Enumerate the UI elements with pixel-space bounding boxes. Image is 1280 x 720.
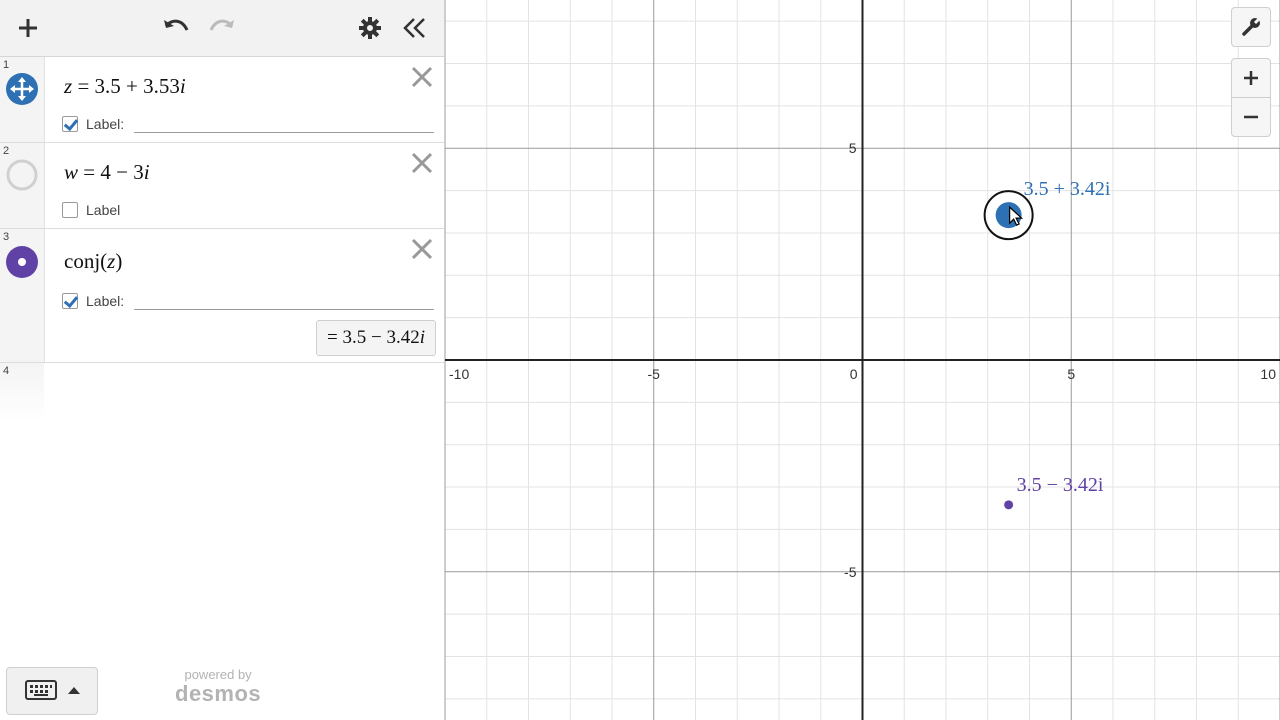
- label-text: Label: [86, 202, 121, 218]
- label-checkbox[interactable]: [62, 202, 78, 218]
- y-tick-label: 5: [849, 140, 857, 156]
- expression-index: 4: [3, 365, 10, 377]
- variable-w: w: [64, 160, 79, 184]
- zoom-in-button[interactable]: [1231, 58, 1271, 98]
- x-tick-label: -10: [449, 366, 469, 382]
- imag-coefficient: 3: [133, 160, 144, 184]
- expression-toolbar: [0, 0, 444, 57]
- keyboard-icon: [25, 680, 57, 700]
- close-icon[interactable]: [410, 151, 434, 175]
- label-toggle[interactable]: Label: [62, 202, 120, 218]
- x-tick-label: 5: [1067, 366, 1075, 382]
- real-part: 4: [100, 160, 111, 184]
- label-text: Label:: [86, 293, 125, 309]
- expression-index: 2: [3, 145, 10, 157]
- y-tick-label: -5: [844, 564, 857, 580]
- label-input[interactable]: [134, 309, 434, 310]
- point-style-icon[interactable]: [5, 245, 39, 279]
- add-expression-button[interactable]: [10, 10, 46, 46]
- expression-index: 1: [3, 59, 10, 71]
- expression-row-2[interactable]: 2 w = 4 − 3i Label: [0, 143, 444, 229]
- graph-canvas[interactable]: -10 -5 0 5 10 5 -5 3.5 + 3.42i 3.5 − 3.42i: [445, 0, 1280, 720]
- plus-icon: [19, 19, 37, 37]
- undo-button[interactable]: [158, 10, 194, 46]
- function-name: conj: [64, 249, 101, 273]
- x-tick-label: -5: [648, 366, 661, 382]
- redo-icon: [209, 19, 234, 31]
- label-input[interactable]: [134, 132, 434, 133]
- point: [1004, 500, 1014, 510]
- expression-row-4[interactable]: 4: [0, 363, 444, 421]
- expression-row-1[interactable]: 1 z = 3.5 + 3.53i Label:: [0, 57, 444, 143]
- real-part: 3.5: [94, 74, 121, 98]
- move-arrows-icon[interactable]: [5, 72, 39, 106]
- caret-up-icon: [68, 687, 80, 694]
- x-tick-label: 10: [1260, 366, 1276, 382]
- expression-gutter: 2: [0, 143, 45, 228]
- expression-gutter: 4: [0, 363, 44, 421]
- label-toggle[interactable]: Label:: [62, 293, 124, 309]
- keyboard-toggle-button[interactable]: [6, 667, 98, 715]
- redo-button[interactable]: [204, 10, 240, 46]
- expression-math[interactable]: w = 4 − 3i: [64, 160, 150, 185]
- label-checkbox[interactable]: [62, 116, 78, 132]
- point-label: 3.5 − 3.42i: [1017, 474, 1104, 496]
- hidden-point-icon[interactable]: [5, 158, 39, 192]
- collapse-panel-button[interactable]: [397, 10, 433, 46]
- undo-icon: [164, 19, 189, 31]
- operator: −: [116, 160, 128, 184]
- plus-icon: [1244, 71, 1258, 85]
- graph-settings-button[interactable]: [1231, 7, 1271, 47]
- label-text: Label:: [86, 116, 125, 132]
- minus-icon: [1244, 115, 1258, 119]
- zoom-out-button[interactable]: [1231, 97, 1271, 137]
- double-chevron-left-icon: [403, 18, 425, 38]
- close-icon[interactable]: [410, 237, 434, 261]
- point-label: 3.5 + 3.42i: [1024, 178, 1111, 200]
- close-icon[interactable]: [410, 65, 434, 89]
- points-layer[interactable]: 3.5 + 3.42i 3.5 − 3.42i: [983, 178, 1111, 510]
- label-toggle[interactable]: Label:: [62, 116, 124, 132]
- expression-gutter: 3: [0, 229, 45, 362]
- imag-unit: i: [143, 160, 150, 184]
- gear-icon: [359, 17, 381, 39]
- expression-math[interactable]: conj(z): [64, 249, 122, 274]
- imag-coefficient: 3.53: [143, 74, 180, 98]
- expression-index: 3: [3, 231, 10, 243]
- wrench-icon: [1242, 17, 1261, 36]
- powered-by-desmos[interactable]: powered by desmos: [175, 668, 261, 706]
- x-tick-label: 0: [850, 366, 858, 382]
- operator: +: [126, 74, 138, 98]
- expression-gutter: 1: [0, 57, 45, 142]
- label-checkbox[interactable]: [62, 293, 78, 309]
- expression-row-3[interactable]: 3 conj(z) Label: = 3.5 − 3.42i: [0, 229, 444, 363]
- variable-z: z: [64, 74, 73, 98]
- evaluation-result: = 3.5 − 3.42i: [316, 320, 436, 356]
- settings-button[interactable]: [352, 10, 388, 46]
- expression-panel: 1 z = 3.5 + 3.53i Label: 2 w = 4 − 3i La…: [0, 0, 445, 720]
- expression-math[interactable]: z = 3.5 + 3.53i: [64, 74, 186, 99]
- imag-unit: i: [179, 74, 186, 98]
